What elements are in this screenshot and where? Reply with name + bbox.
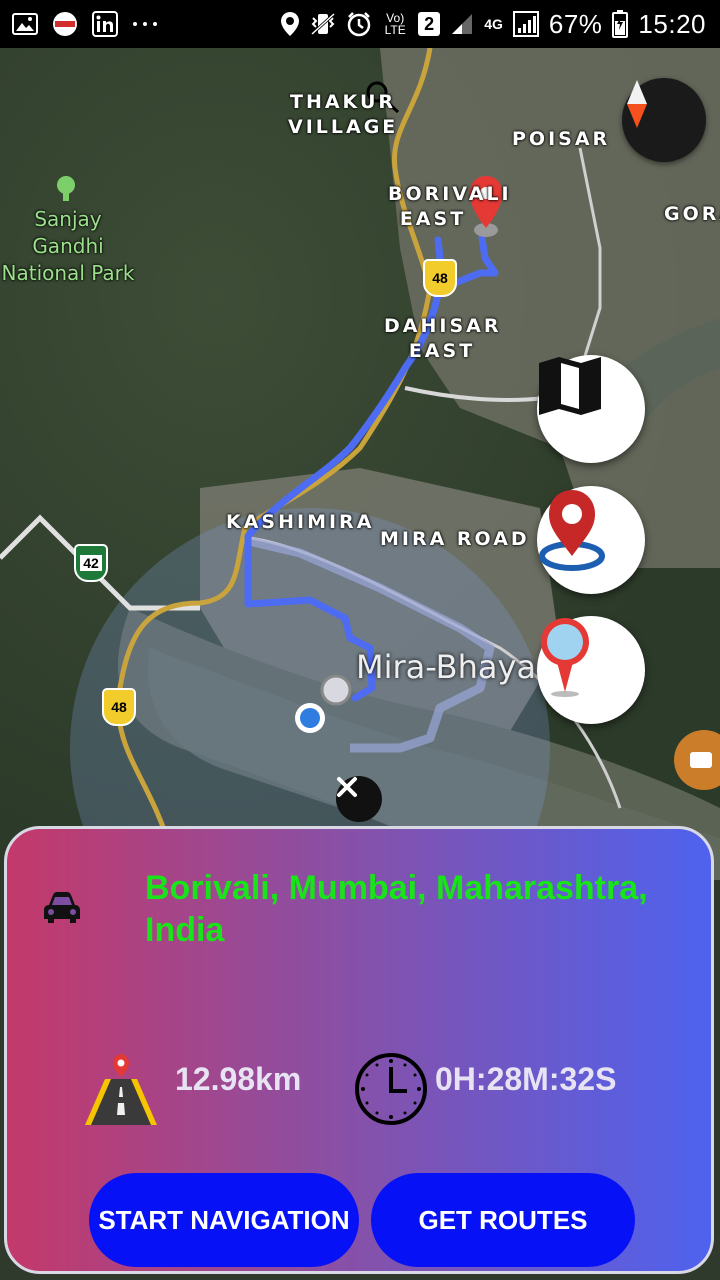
map-label-borivali-east: BORIVALI EAST bbox=[388, 183, 512, 230]
sim-slot: 2 bbox=[424, 13, 435, 34]
destination-address: Borivali, Mumbai, Maharashtra, India bbox=[145, 869, 648, 949]
car-icon bbox=[43, 891, 81, 930]
my-location-button[interactable] bbox=[537, 486, 645, 594]
linkedin-icon bbox=[92, 11, 118, 37]
gallery-icon bbox=[12, 13, 38, 35]
close-icon bbox=[337, 777, 357, 797]
map-canvas bbox=[0, 48, 720, 880]
battery-percent: 67% bbox=[548, 8, 603, 39]
route-duration: 0H:28M:32S bbox=[435, 1061, 617, 1097]
map-label-kashimira: KASHIMIRA bbox=[226, 511, 375, 533]
map-label-gora: GORA bbox=[664, 203, 720, 225]
start-navigation-button[interactable]: START NAVIGATION bbox=[89, 1173, 359, 1267]
map-label-thakur-village: THAKUR VILLAGE bbox=[288, 91, 399, 138]
highway-shield: 48 bbox=[423, 259, 457, 297]
map-label-national-park: Sanjay Gandhi National Park bbox=[1, 207, 135, 285]
location-pin-icon bbox=[539, 490, 605, 571]
alarm-icon bbox=[346, 11, 372, 37]
place-marker-icon bbox=[541, 618, 589, 697]
compass-icon bbox=[627, 80, 647, 128]
shield-number: 48 bbox=[111, 699, 127, 715]
search-place-button[interactable] bbox=[537, 616, 645, 724]
status-bar: Vo) LTE 2 4G 67% 15:20 bbox=[0, 0, 720, 48]
news-app-icon bbox=[52, 11, 78, 37]
route-info-panel: Borivali, Mumbai, Maharashtra, India 12.… bbox=[4, 826, 714, 1274]
get-routes-button[interactable]: GET ROUTES bbox=[371, 1173, 635, 1267]
shield-number: 42 bbox=[80, 555, 102, 571]
signal-icon bbox=[512, 11, 539, 37]
shield-number: 48 bbox=[432, 270, 448, 286]
map-label-mira-road: MIRA ROAD bbox=[380, 528, 530, 550]
map-label-poisar: POISAR bbox=[512, 128, 611, 150]
map-label-dahisar-east: DAHISAR EAST bbox=[384, 315, 502, 362]
sim-badge: 2 bbox=[418, 12, 441, 36]
location-icon bbox=[280, 11, 300, 37]
clock-time: 15:20 bbox=[638, 8, 706, 39]
route-distance: 12.98km bbox=[175, 1061, 302, 1097]
highway-shield: 42 bbox=[74, 544, 108, 582]
map-icon bbox=[539, 357, 601, 415]
compass-button[interactable] bbox=[622, 78, 706, 162]
vibrate-icon bbox=[310, 12, 336, 36]
highway-shield: 48 bbox=[102, 688, 136, 726]
map-type-button[interactable] bbox=[537, 355, 645, 463]
map-view[interactable]: 48 42 48 THAKUR VILLAGE POISAR BORIVALI … bbox=[0, 48, 720, 880]
map-label-mira-bhayandar: Mira-Bhaya bbox=[356, 648, 537, 686]
road-distance-icon bbox=[83, 1051, 159, 1132]
volte-label: Vo) LTE bbox=[384, 11, 406, 37]
clock-icon bbox=[353, 1051, 429, 1132]
close-button[interactable] bbox=[336, 776, 382, 822]
signal-icon bbox=[450, 12, 474, 36]
network-type: 4G bbox=[484, 16, 503, 32]
more-dots-icon bbox=[132, 21, 158, 27]
battery-icon bbox=[612, 10, 629, 38]
